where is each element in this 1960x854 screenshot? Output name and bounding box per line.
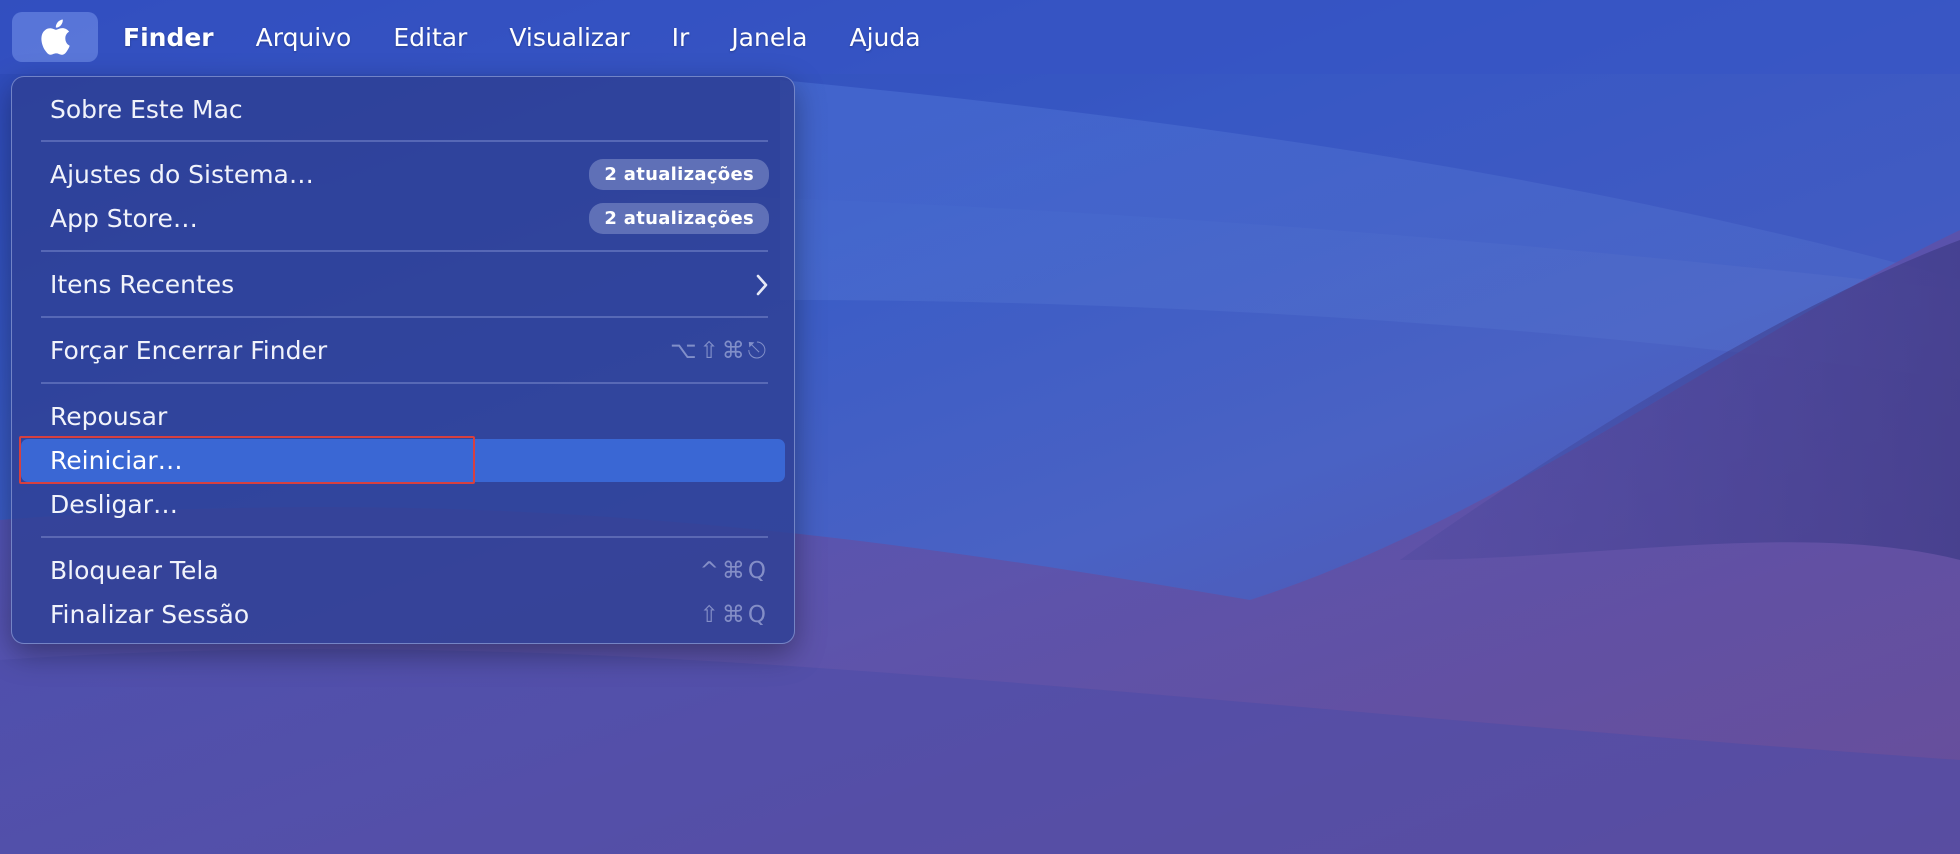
updates-badge: 2 atualizações (589, 203, 769, 234)
keyboard-shortcut: ^⌘Q (699, 557, 769, 584)
menubar-arquivo[interactable]: Arquivo (235, 13, 373, 61)
menubar-editar[interactable]: Editar (372, 13, 488, 61)
menu-separator (41, 536, 768, 538)
menu-item-label: Reiniciar… (50, 446, 183, 475)
menu-item-label: Forçar Encerrar Finder (50, 336, 328, 365)
menu-item-label: Sobre Este Mac (50, 95, 243, 124)
menubar-janela[interactable]: Janela (710, 13, 828, 61)
menu-item-label: App Store… (50, 204, 198, 233)
apple-menu-button[interactable] (12, 12, 98, 62)
menu-item-label: Bloquear Tela (50, 556, 219, 585)
menu-separator (41, 140, 768, 142)
apple-menu-dropdown: Sobre Este Mac Ajustes do Sistema… 2 atu… (11, 76, 795, 644)
menu-item-shutdown[interactable]: Desligar… (21, 483, 785, 526)
menu-item-label: Ajustes do Sistema… (50, 160, 314, 189)
menu-bar: Finder Arquivo Editar Visualizar Ir Jane… (0, 0, 1960, 74)
apple-logo-icon (41, 19, 70, 55)
menu-separator (41, 316, 768, 318)
menu-item-recent-items[interactable]: Itens Recentes (21, 263, 785, 306)
menu-item-label: Repousar (50, 402, 168, 431)
menu-item-label: Itens Recentes (50, 270, 235, 299)
menu-item-about[interactable]: Sobre Este Mac (21, 88, 785, 131)
menubar-ir[interactable]: Ir (651, 13, 711, 61)
menu-item-app-store[interactable]: App Store… 2 atualizações (21, 197, 785, 240)
menubar-ajuda[interactable]: Ajuda (829, 13, 942, 61)
keyboard-shortcut: ⌥⇧⌘⎋ (670, 337, 769, 364)
chevron-right-icon (755, 274, 769, 296)
menubar-finder[interactable]: Finder (102, 13, 235, 61)
menu-separator (41, 382, 768, 384)
menu-separator (41, 250, 768, 252)
menu-item-system-settings[interactable]: Ajustes do Sistema… 2 atualizações (21, 153, 785, 196)
menubar-visualizar[interactable]: Visualizar (488, 13, 650, 61)
menu-item-sleep[interactable]: Repousar (21, 395, 785, 438)
menu-item-label: Desligar… (50, 490, 179, 519)
menu-item-restart[interactable]: Reiniciar… (21, 439, 785, 482)
updates-badge: 2 atualizações (589, 159, 769, 190)
menu-item-force-quit[interactable]: Forçar Encerrar Finder ⌥⇧⌘⎋ (21, 329, 785, 372)
menu-item-label: Finalizar Sessão (50, 600, 250, 629)
menu-item-log-out[interactable]: Finalizar Sessão ⇧⌘Q (21, 593, 785, 636)
keyboard-shortcut: ⇧⌘Q (699, 601, 769, 628)
menu-item-lock-screen[interactable]: Bloquear Tela ^⌘Q (21, 549, 785, 592)
